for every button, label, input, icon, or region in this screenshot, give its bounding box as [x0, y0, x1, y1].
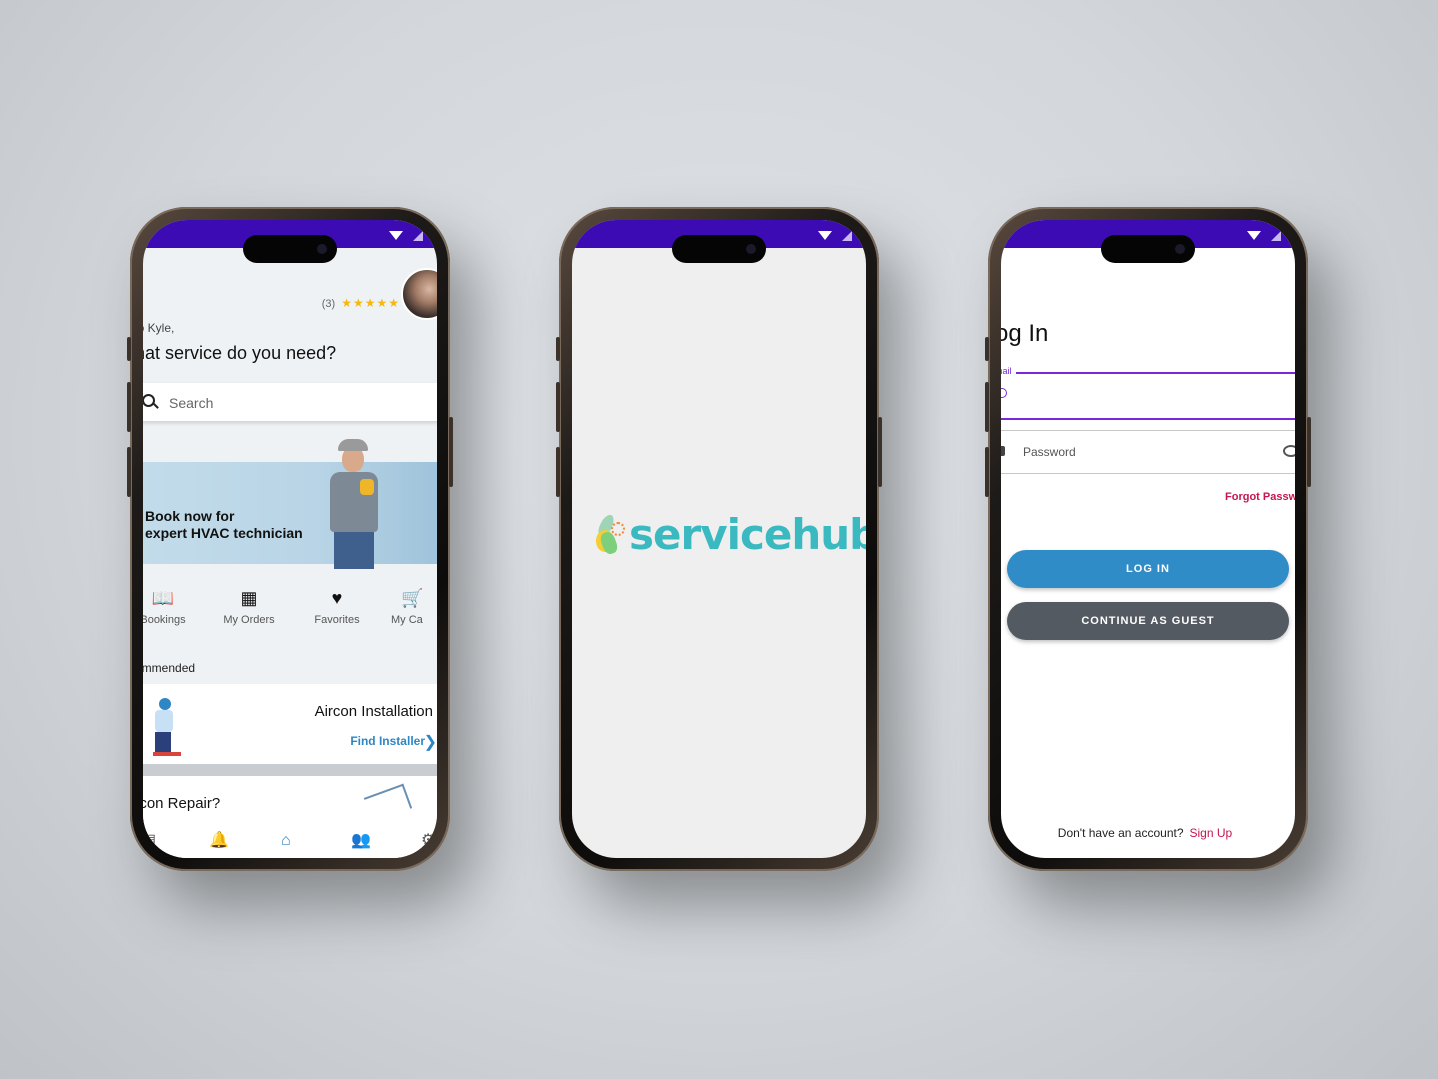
category-row: 📖 Bookings ▦ My Orders ♥ Favorites 🛒 My …: [143, 588, 437, 636]
volume-down-button: [127, 447, 131, 497]
category-label: Bookings: [143, 614, 186, 626]
cart-icon: 🛒: [401, 588, 424, 608]
category-bookings[interactable]: 📖 Bookings: [143, 588, 193, 626]
wifi-icon: [389, 231, 403, 240]
phone-login: og In mail Password Forgot Passw LOG IN …: [985, 207, 1311, 871]
no-account-text: Don't have an account?: [1057, 826, 1184, 840]
battery-icon: [1271, 231, 1281, 241]
avatar[interactable]: [401, 268, 437, 320]
volume-up-button: [985, 382, 989, 432]
category-favorites[interactable]: ♥ Favorites: [307, 588, 367, 626]
email-label: mail: [1001, 366, 1016, 376]
technician-image: [320, 434, 390, 569]
mute-switch: [556, 337, 560, 361]
service-card[interactable]: Aircon Installation Find Installer ❯: [143, 684, 437, 764]
signup-link[interactable]: Sign Up: [1190, 826, 1233, 840]
eye-icon[interactable]: [1283, 445, 1295, 457]
camera-icon: [1175, 244, 1185, 254]
volume-down-button: [985, 447, 989, 497]
home-screen: (3) ★★★★★ lo Kyle, hat service do you nee…: [143, 220, 437, 858]
heart-icon: ♥: [331, 588, 343, 608]
camera-icon: [746, 244, 756, 254]
battery-icon: [842, 231, 852, 241]
logo-text: servicehub: [629, 510, 866, 559]
login-content: og In mail Password Forgot Passw LOG IN …: [1001, 248, 1295, 858]
installer-illustration: [143, 698, 183, 758]
greeting: lo Kyle,: [143, 321, 175, 335]
power-button: [878, 417, 882, 487]
wifi-icon: [1247, 231, 1261, 240]
category-my-orders[interactable]: ▦ My Orders: [219, 588, 279, 626]
page-title: hat service do you need?: [143, 343, 337, 363]
tab-bookings-icon[interactable]: ▤: [143, 830, 156, 850]
dynamic-island: [243, 235, 337, 263]
service-title: ircon Repair?: [143, 795, 221, 812]
mute-switch: [127, 337, 131, 361]
login-screen: og In mail Password Forgot Passw LOG IN …: [1001, 220, 1295, 858]
tab-home-icon[interactable]: ⌂: [281, 832, 291, 850]
home-content: (3) ★★★★★ lo Kyle, hat service do you nee…: [143, 248, 437, 858]
divider: [143, 764, 437, 776]
find-installer-link[interactable]: Find Installer: [350, 734, 425, 748]
battery-icon: [413, 231, 423, 241]
rating-count: (3): [321, 298, 336, 310]
signup-row: Don't have an account? Sign Up: [1001, 826, 1295, 840]
dynamic-island: [1101, 235, 1195, 263]
servicehub-logo: servicehub: [594, 510, 866, 570]
tab-notifications-icon[interactable]: 🔔: [209, 830, 229, 850]
phone-home: (3) ★★★★★ lo Kyle, hat service do you nee…: [127, 207, 453, 871]
password-field[interactable]: Password: [1001, 430, 1295, 474]
login-button[interactable]: LOG IN: [1007, 550, 1289, 588]
search-input[interactable]: Search: [169, 395, 213, 411]
lock-icon: [1001, 446, 1005, 456]
email-field[interactable]: mail: [1001, 366, 1295, 420]
service-title: Aircon Installation: [314, 703, 433, 720]
phone-splash: servicehub: [556, 207, 882, 871]
forgot-password-link[interactable]: Forgot Passw: [1225, 491, 1295, 503]
category-label: My Orders: [223, 614, 275, 626]
bottom-nav: ▤ 🔔 ⌂ 👥 ⚙: [143, 828, 437, 858]
power-button: [449, 417, 453, 487]
page-title: og In: [1001, 320, 1049, 347]
search-bar[interactable]: Search: [143, 383, 437, 421]
splash-screen: servicehub: [572, 220, 866, 858]
banner-line-1: Book now for: [145, 508, 235, 524]
search-icon: [143, 394, 155, 407]
tab-people-icon[interactable]: 👥: [351, 830, 371, 850]
dynamic-island: [672, 235, 766, 263]
password-placeholder: Password: [1023, 445, 1076, 459]
star-icons: ★★★★★: [341, 296, 400, 310]
logo-mark-icon: [594, 510, 625, 558]
banner-text: Book now for expert HVAC technician: [145, 508, 303, 542]
banner-line-2: expert HVAC technician: [145, 525, 303, 541]
store-icon: ▦: [240, 588, 258, 608]
user-icon: [1001, 388, 1007, 398]
wifi-icon: [818, 231, 832, 240]
continue-as-guest-button[interactable]: CONTINUE AS GUEST: [1007, 602, 1289, 640]
category-label: Favorites: [314, 614, 360, 626]
power-button: [1307, 417, 1311, 487]
section-title: ommended: [143, 661, 196, 675]
repair-illustration: [363, 783, 413, 823]
chevron-right-icon: ❯: [423, 734, 437, 751]
mute-switch: [985, 337, 989, 361]
camera-icon: [317, 244, 327, 254]
volume-up-button: [127, 382, 131, 432]
book-icon: 📖: [151, 588, 175, 608]
category-my-cart[interactable]: 🛒 My Ca: [391, 588, 437, 626]
category-label: My Ca: [391, 614, 423, 626]
user-rating: (3) ★★★★★: [322, 296, 400, 310]
volume-up-button: [556, 382, 560, 432]
tab-settings-icon[interactable]: ⚙: [421, 830, 435, 850]
volume-down-button: [556, 447, 560, 497]
promo-banner[interactable]: Book now for expert HVAC technician: [143, 430, 437, 570]
